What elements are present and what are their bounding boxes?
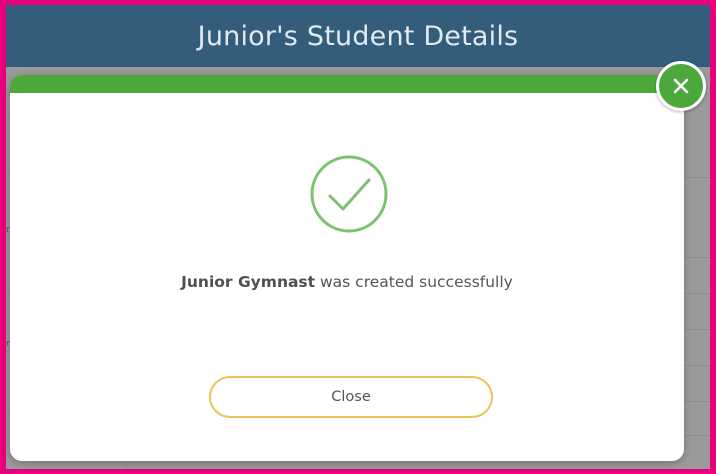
- success-message: Junior Gymnast was created successfully: [10, 273, 684, 291]
- background-divider: [684, 257, 710, 258]
- background-divider: [684, 401, 710, 402]
- check-circle-icon: [308, 153, 390, 235]
- success-message-text: was created successfully: [315, 273, 513, 291]
- background-divider: [684, 293, 710, 294]
- success-dialog: Junior Gymnast was created successfully …: [10, 75, 684, 461]
- page-title: Junior's Student Details: [197, 20, 519, 52]
- background-divider: [684, 329, 710, 330]
- close-button-label: Close: [331, 389, 371, 405]
- close-x-icon: [672, 77, 690, 95]
- close-button[interactable]: Close: [209, 376, 493, 418]
- background-divider: [684, 365, 710, 366]
- background-divider: [684, 435, 710, 436]
- dialog-accent-bar: [10, 75, 684, 93]
- app-window: Junior's Student Details n n Junior Gymn…: [6, 5, 710, 469]
- dismiss-dialog-button[interactable]: [656, 61, 706, 111]
- created-item-name: Junior Gymnast: [181, 273, 316, 291]
- background-divider: [684, 177, 710, 178]
- page-header: Junior's Student Details: [6, 5, 710, 67]
